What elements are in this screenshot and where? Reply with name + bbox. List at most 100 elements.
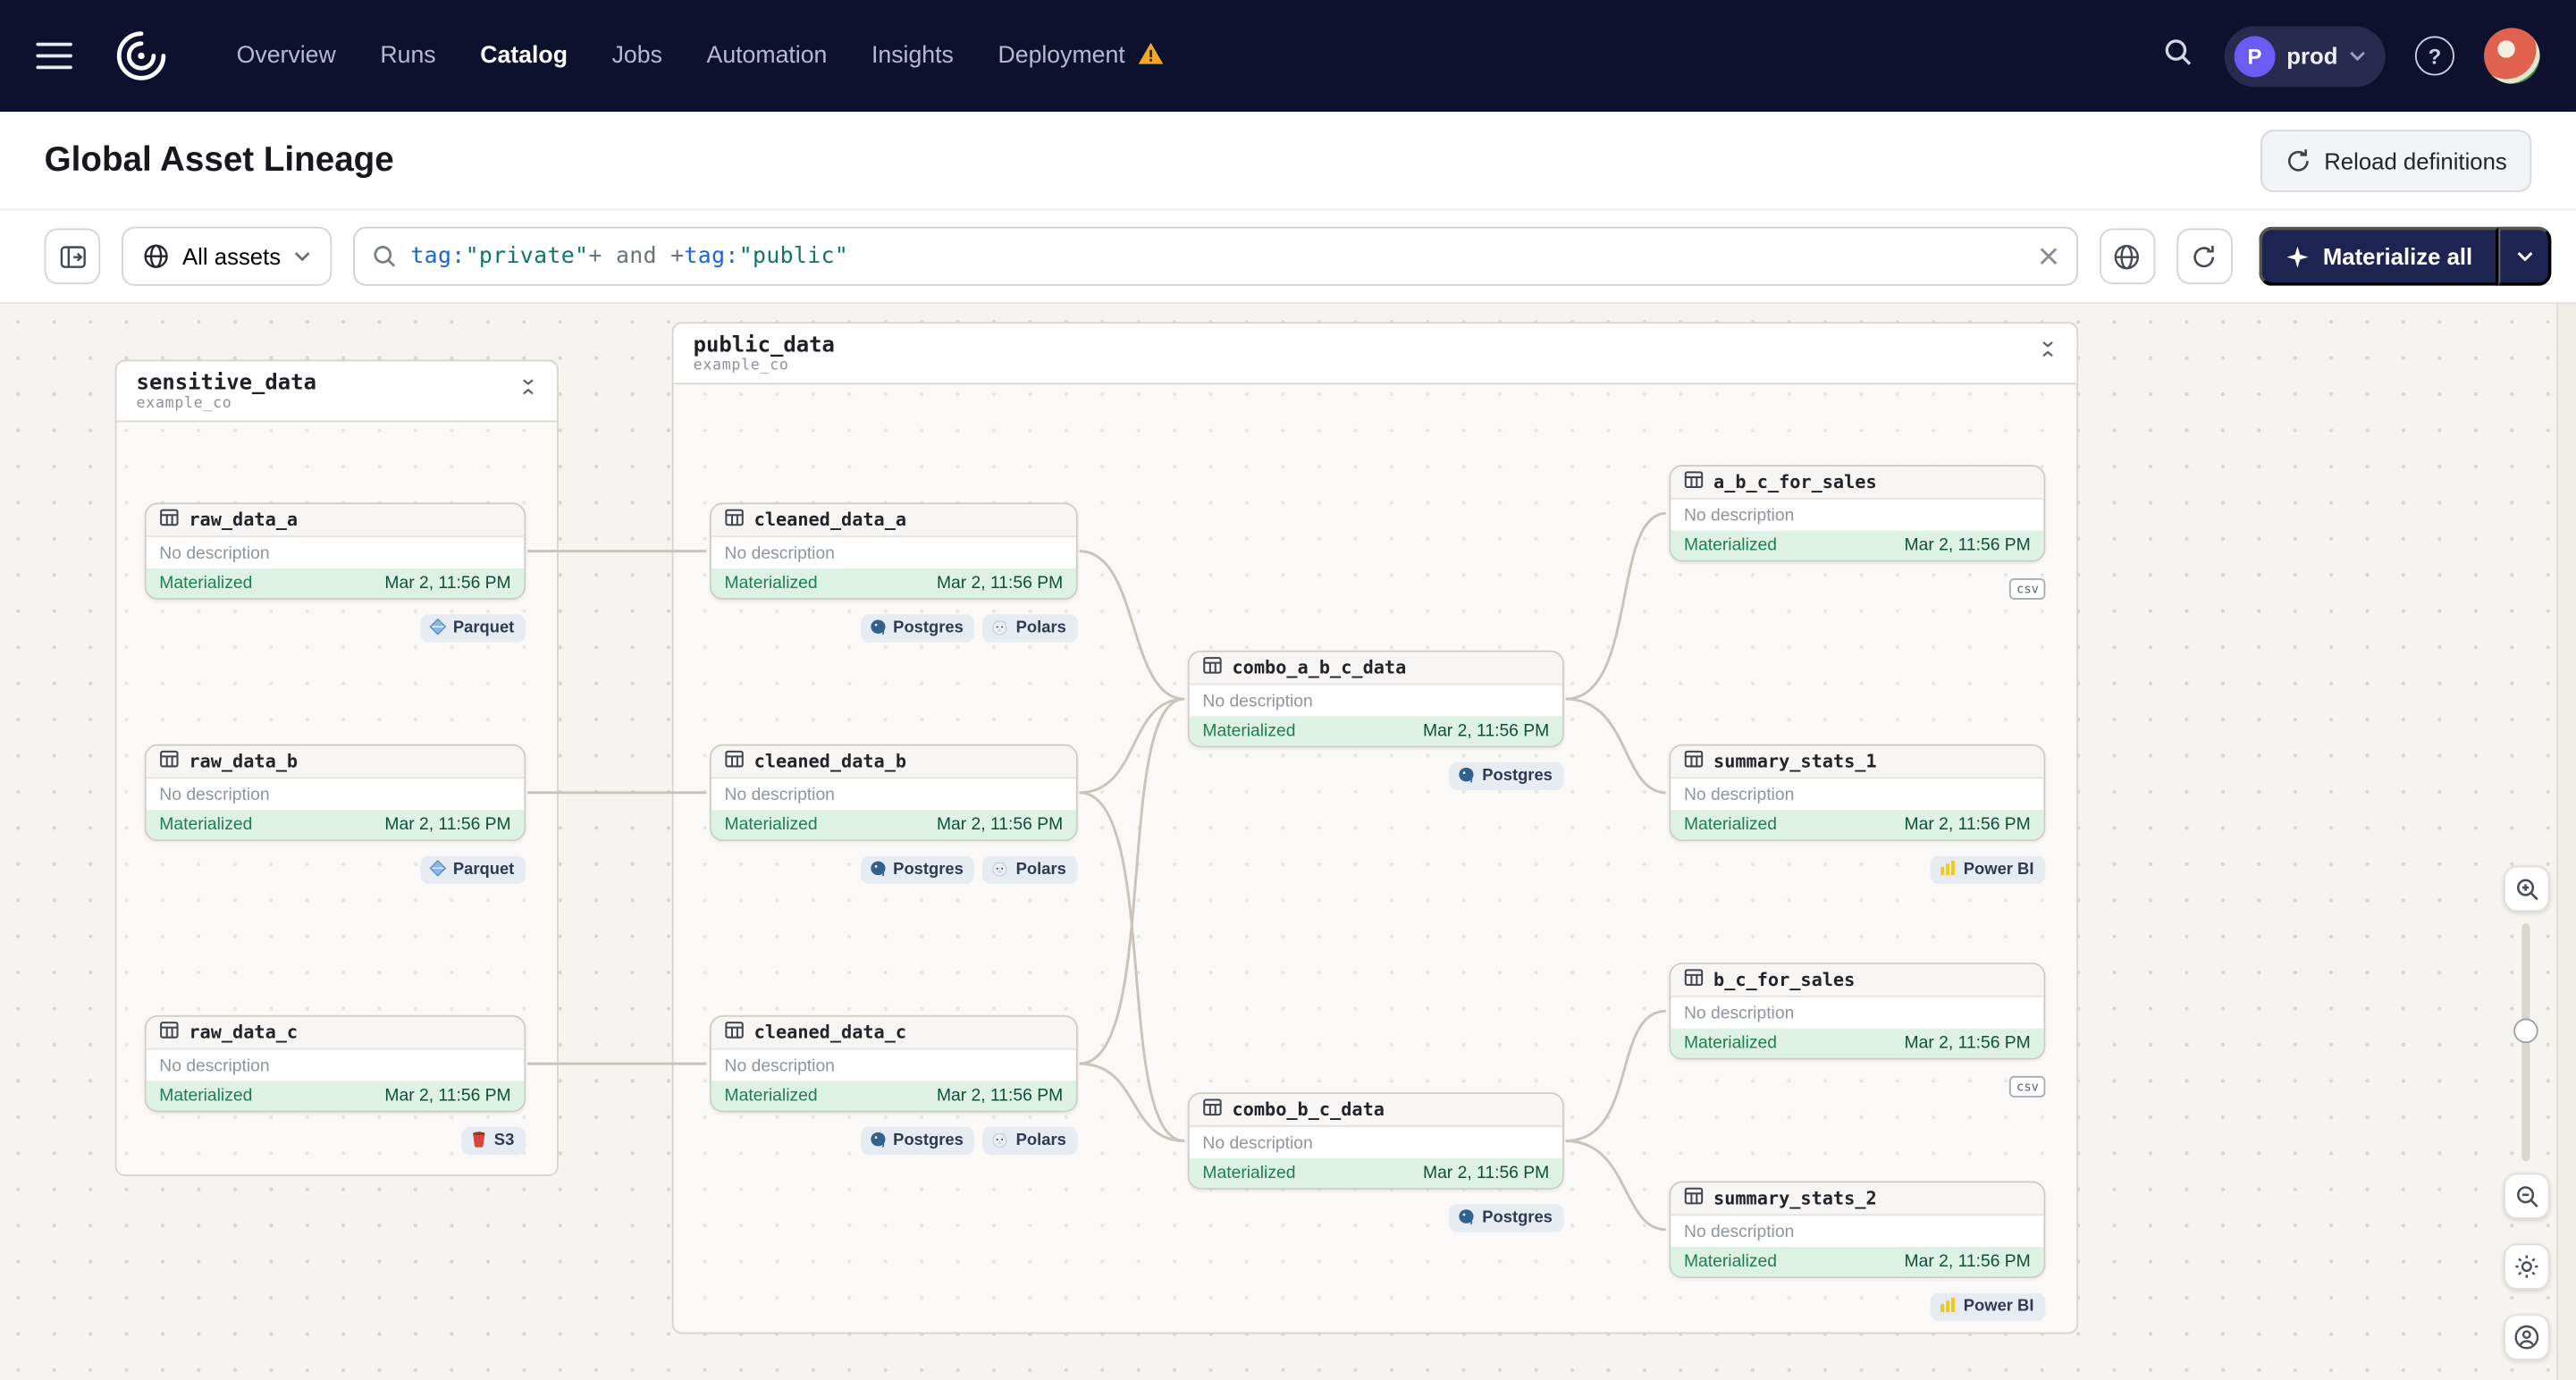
status-timestamp: Mar 2, 11:56 PM bbox=[936, 1085, 1064, 1106]
parquet-icon bbox=[428, 858, 446, 881]
asset-node-raw-data-a[interactable]: raw_data_a No description Materialized M… bbox=[144, 502, 526, 600]
sidebar-toggle-icon bbox=[59, 245, 85, 267]
panel-toggle-button[interactable] bbox=[44, 228, 101, 284]
search-icon[interactable] bbox=[2162, 36, 2195, 77]
tag-postgres[interactable]: Postgres bbox=[860, 1126, 975, 1156]
person-icon bbox=[2514, 1325, 2539, 1350]
status-timestamp: Mar 2, 11:56 PM bbox=[936, 814, 1064, 835]
graph-settings-button[interactable] bbox=[2504, 1243, 2550, 1290]
avatar[interactable] bbox=[2484, 28, 2540, 84]
asset-node-cleaned-data-c[interactable]: cleaned_data_c No description Materializ… bbox=[710, 1014, 1078, 1113]
materialize-options-caret[interactable] bbox=[2498, 226, 2552, 286]
refresh-icon bbox=[2194, 245, 2215, 267]
page-header: Global Asset Lineage Reload definitions bbox=[0, 111, 2576, 211]
collapse-group-icon[interactable] bbox=[2035, 333, 2060, 369]
tag-postgres[interactable]: Postgres bbox=[1449, 1204, 1564, 1233]
menu-icon[interactable] bbox=[36, 42, 72, 70]
nav-item-runs[interactable]: Runs bbox=[380, 43, 435, 69]
globe-icon bbox=[144, 244, 168, 268]
nav-item-overview[interactable]: Overview bbox=[237, 43, 336, 69]
asset-selection-input[interactable]: tag:"private"+ and +tag:"public" bbox=[353, 226, 2078, 286]
tag-polars[interactable]: Polars bbox=[982, 614, 1078, 643]
csv-icon[interactable]: csv bbox=[2009, 577, 2046, 600]
group-title: sensitive_data bbox=[136, 371, 316, 396]
zoom-in-button[interactable] bbox=[2504, 865, 2550, 913]
canvas-scrollbar[interactable] bbox=[2555, 304, 2576, 1380]
collapse-group-icon[interactable] bbox=[516, 371, 541, 407]
asset-status-row: Materialized Mar 2, 11:56 PM bbox=[711, 568, 1076, 599]
status-label: Materialized bbox=[724, 573, 818, 593]
clear-search-icon[interactable] bbox=[2037, 245, 2060, 268]
asset-node-summary-stats-2[interactable]: summary_stats_2 No description Materiali… bbox=[1669, 1181, 2046, 1278]
table-icon bbox=[1202, 1095, 1222, 1124]
nav-item-jobs[interactable]: Jobs bbox=[612, 43, 662, 69]
asset-status-row: Materialized Mar 2, 11:56 PM bbox=[711, 810, 1076, 840]
csv-icon[interactable]: csv bbox=[2009, 1075, 2046, 1098]
table-icon bbox=[159, 746, 179, 776]
asset-status-row: Materialized Mar 2, 11:56 PM bbox=[711, 1081, 1076, 1111]
asset-status-row: Materialized Mar 2, 11:56 PM bbox=[1189, 1157, 1562, 1188]
asset-selection-query: tag:"private"+ and +tag:"public" bbox=[410, 243, 849, 270]
tag-power-bi[interactable]: Power BI bbox=[1931, 855, 2046, 884]
graph-view-button[interactable] bbox=[2099, 228, 2156, 284]
asset-name: summary_stats_2 bbox=[1713, 1187, 1877, 1209]
asset-description: No description bbox=[724, 784, 835, 804]
status-timestamp: Mar 2, 11:56 PM bbox=[1904, 1251, 2031, 1272]
asset-status-row: Materialized Mar 2, 11:56 PM bbox=[146, 568, 525, 599]
status-timestamp: Mar 2, 11:56 PM bbox=[1904, 814, 2031, 835]
table-icon bbox=[1684, 746, 1704, 776]
dagster-logo[interactable] bbox=[112, 26, 171, 85]
refresh-button[interactable] bbox=[2176, 228, 2233, 284]
tag-parquet[interactable]: Parquet bbox=[420, 855, 526, 884]
reload-definitions-button[interactable]: Reload definitions bbox=[2260, 129, 2532, 192]
asset-node-raw-data-b[interactable]: raw_data_b No description Materialized M… bbox=[144, 744, 526, 842]
asset-description: No description bbox=[159, 1055, 270, 1075]
materialize-all-button[interactable]: Materialize all bbox=[2259, 226, 2499, 286]
asset-node-combo-b-c-data[interactable]: combo_b_c_data No description Materializ… bbox=[1187, 1092, 1564, 1190]
asset-description: No description bbox=[724, 1055, 835, 1075]
tag-parquet[interactable]: Parquet bbox=[420, 614, 526, 643]
asset-node-cleaned-data-a[interactable]: cleaned_data_a No description Materializ… bbox=[710, 502, 1078, 600]
tag-polars[interactable]: Polars bbox=[982, 855, 1078, 884]
asset-name: cleaned_data_a bbox=[753, 509, 907, 531]
asset-node-summary-stats-1[interactable]: summary_stats_1 No description Materiali… bbox=[1669, 744, 2046, 842]
asset-name: combo_a_b_c_data bbox=[1232, 657, 1407, 679]
contact-support-button[interactable] bbox=[2504, 1314, 2550, 1360]
nav-item-insights[interactable]: Insights bbox=[871, 43, 954, 69]
asset-description: No description bbox=[724, 543, 835, 563]
asset-scope-selector[interactable]: All assets bbox=[122, 226, 333, 286]
tag-polars[interactable]: Polars bbox=[982, 1126, 1078, 1156]
group-header: sensitive_data example_co bbox=[116, 361, 558, 423]
status-timestamp: Mar 2, 11:56 PM bbox=[1422, 1163, 1550, 1183]
zoom-slider-handle[interactable] bbox=[2513, 1018, 2538, 1044]
zoom-out-button[interactable] bbox=[2504, 1173, 2550, 1219]
tag-postgres[interactable]: Postgres bbox=[1449, 762, 1564, 791]
asset-node-a-b-c-for-sales[interactable]: a_b_c_for_sales No description Materiali… bbox=[1669, 465, 2046, 562]
reload-icon bbox=[2287, 148, 2309, 171]
status-timestamp: Mar 2, 11:56 PM bbox=[936, 573, 1064, 593]
lineage-toolbar: All assets tag:"private"+ and +tag:"publ… bbox=[0, 210, 2576, 305]
asset-node-combo-a-b-c-data[interactable]: combo_a_b_c_data No description Material… bbox=[1187, 650, 1564, 748]
globe-lineage-icon bbox=[2115, 244, 2140, 269]
tag-postgres[interactable]: Postgres bbox=[860, 855, 975, 884]
status-label: Materialized bbox=[1683, 1033, 1777, 1054]
table-icon bbox=[159, 1018, 179, 1048]
postgres-icon bbox=[1458, 1207, 1476, 1230]
asset-node-raw-data-c[interactable]: raw_data_c No description Materialized M… bbox=[144, 1014, 526, 1113]
tag-s3[interactable]: S3 bbox=[461, 1126, 526, 1156]
environment-switcher[interactable]: P prod bbox=[2224, 25, 2386, 87]
nav-item-deployment[interactable]: Deployment bbox=[998, 40, 1164, 72]
asset-description: No description bbox=[1683, 1221, 1795, 1241]
postgres-icon bbox=[869, 617, 887, 640]
page-title: Global Asset Lineage bbox=[44, 140, 394, 179]
tag-postgres[interactable]: Postgres bbox=[860, 614, 975, 643]
tag-power-bi[interactable]: Power BI bbox=[1931, 1292, 2046, 1321]
status-label: Materialized bbox=[1202, 720, 1296, 741]
asset-node-cleaned-data-b[interactable]: cleaned_data_b No description Materializ… bbox=[710, 744, 1078, 842]
nav-item-catalog[interactable]: Catalog bbox=[480, 43, 568, 69]
asset-node-b-c-for-sales[interactable]: b_c_for_sales No description Materialize… bbox=[1669, 963, 2046, 1060]
chevron-down-icon bbox=[2350, 51, 2365, 62]
help-icon[interactable]: ? bbox=[2414, 36, 2454, 76]
asset-description: No description bbox=[1683, 1003, 1795, 1023]
nav-item-automation[interactable]: Automation bbox=[707, 43, 828, 69]
